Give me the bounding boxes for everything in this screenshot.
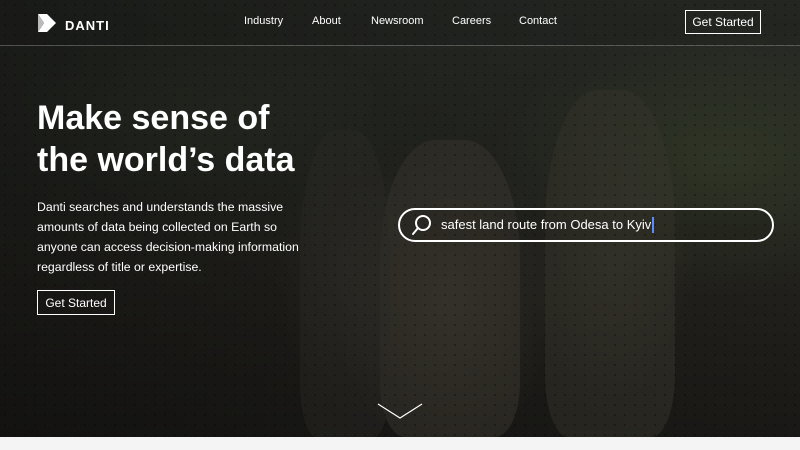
nav-item-contact[interactable]: Contact [519, 15, 557, 27]
search-query-text: safest land route from Odesa to Kyiv [441, 217, 654, 234]
brand-name: DANTI [65, 18, 110, 33]
top-navigation: DANTI Industry About Newsroom Careers Co… [0, 0, 800, 46]
search-icon [411, 214, 433, 236]
chevron-down-icon[interactable] [377, 402, 423, 420]
next-section-edge [0, 437, 800, 450]
nav-get-started-button[interactable]: Get Started [685, 10, 761, 34]
search-input[interactable]: safest land route from Odesa to Kyiv [398, 208, 774, 242]
nav-item-careers[interactable]: Careers [452, 15, 491, 27]
hero-description: Danti searches and understands the massi… [37, 200, 299, 274]
danti-logo-icon [37, 13, 59, 38]
nav-item-industry[interactable]: Industry [244, 15, 283, 27]
nav-item-about[interactable]: About [312, 15, 341, 27]
headline-line-1: Make sense of [37, 99, 270, 137]
hero-get-started-button[interactable]: Get Started [37, 290, 115, 315]
hero-headline: Make sense of the world’s data [37, 97, 357, 181]
nav-item-newsroom[interactable]: Newsroom [371, 15, 424, 27]
search-query-value: safest land route from Odesa to Kyiv [441, 216, 652, 232]
brand-logo[interactable]: DANTI [37, 13, 110, 38]
headline-line-2: the world’s data [37, 141, 295, 179]
text-caret [652, 217, 654, 234]
